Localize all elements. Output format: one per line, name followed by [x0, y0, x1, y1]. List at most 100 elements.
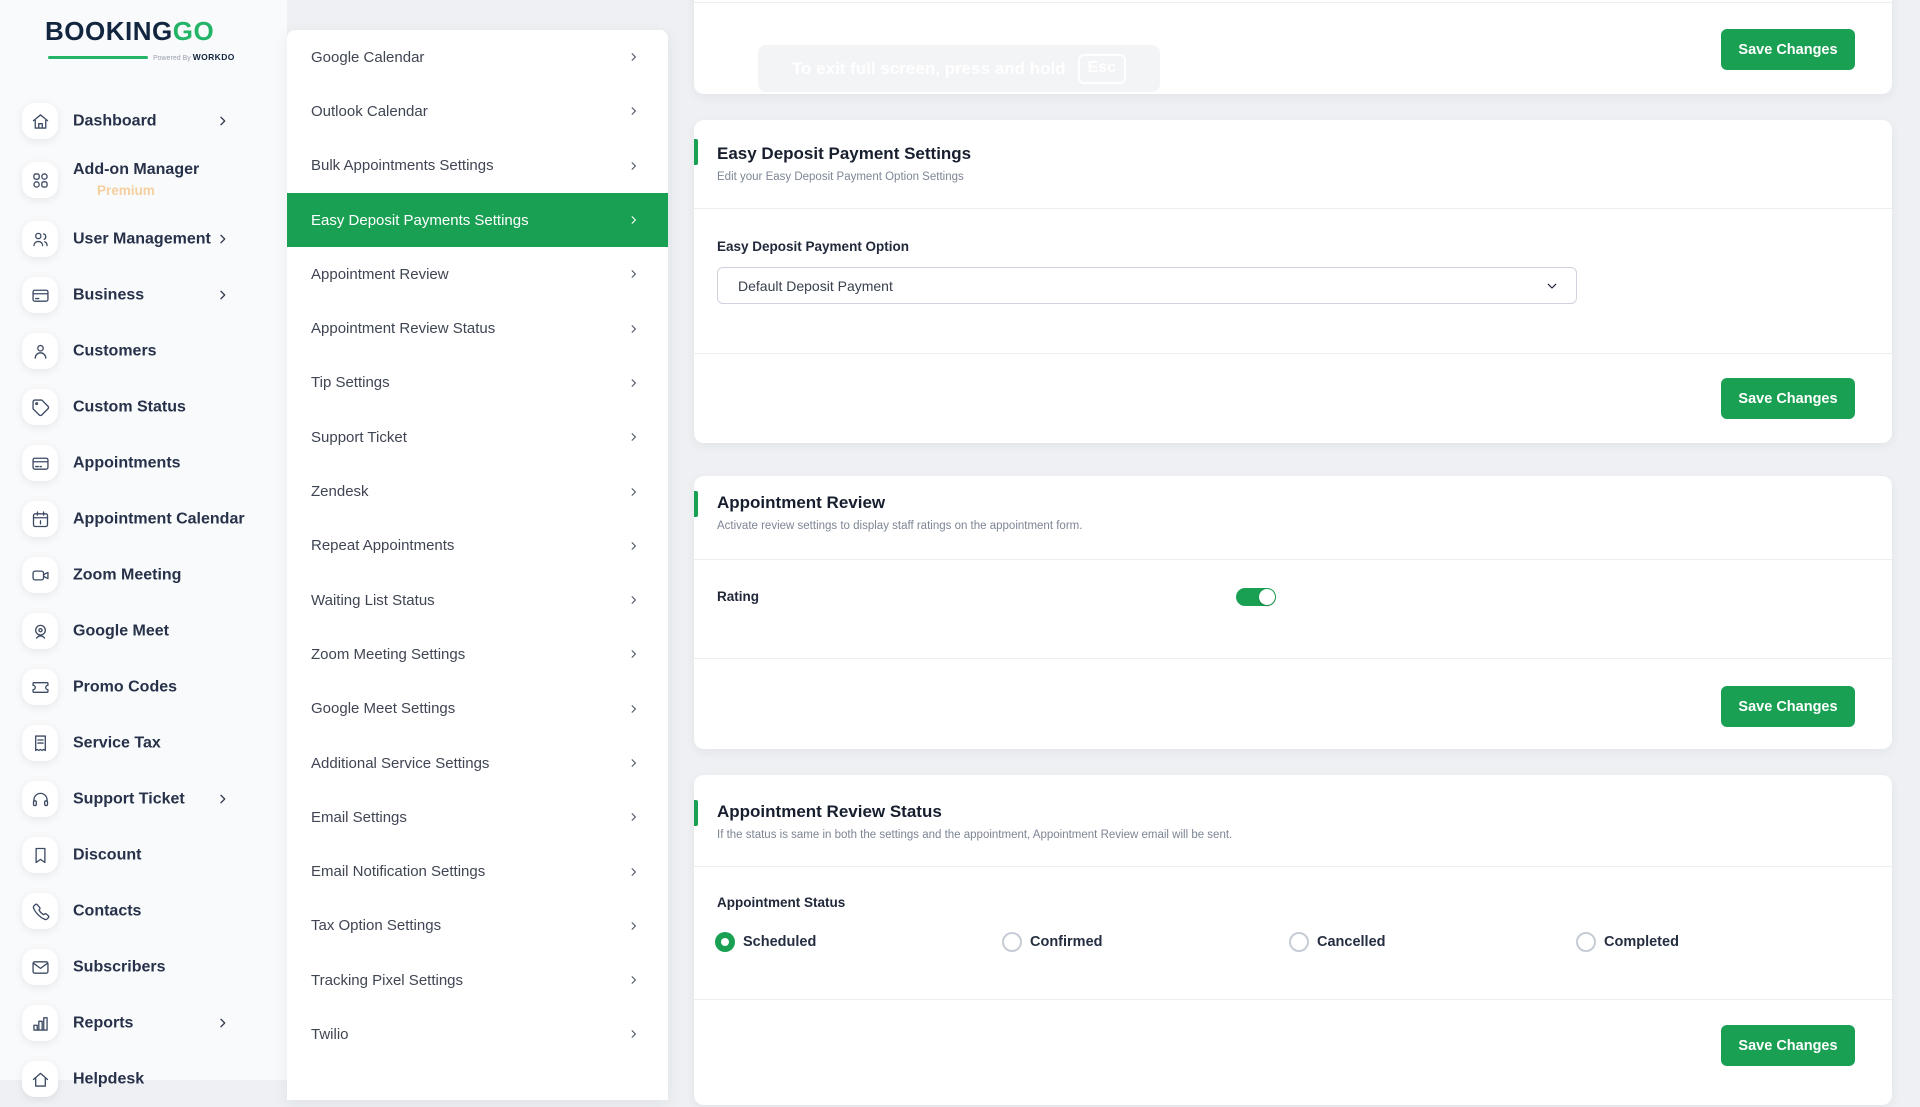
sidebar-item-label: Subscribers — [73, 957, 165, 978]
radio-icon[interactable] — [1576, 932, 1596, 952]
brand-accent: GO — [173, 16, 214, 46]
sidebar-item-label: Appointment Calendar — [73, 509, 245, 530]
chevron-right-icon — [627, 974, 640, 987]
settings-menu-item-repeat-appointments[interactable]: Repeat Appointments — [287, 519, 668, 573]
sidebar-item-zoom-meeting[interactable]: Zoom Meeting — [0, 547, 287, 603]
status-option-confirmed[interactable]: Confirmed — [1002, 932, 1289, 952]
radio-icon[interactable] — [715, 932, 735, 952]
icon-tile — [22, 613, 58, 649]
settings-menu-item-zendesk[interactable]: Zendesk — [287, 464, 668, 518]
premium-badge: Premium — [73, 180, 199, 201]
settings-menu-item-email-notification-settings[interactable]: Email Notification Settings — [287, 844, 668, 898]
status-option-scheduled[interactable]: Scheduled — [715, 932, 1002, 952]
icon-tile — [22, 837, 58, 873]
sidebar-item-service-tax[interactable]: Service Tax — [0, 715, 287, 771]
icon-tile — [22, 1061, 58, 1097]
settings-menu-item-support-ticket[interactable]: Support Ticket — [287, 410, 668, 464]
sidebar-item-promo-codes[interactable]: Promo Codes — [0, 659, 287, 715]
chevron-right-icon — [627, 268, 640, 281]
settings-menu-item-outlook-calendar[interactable]: Outlook Calendar — [287, 84, 668, 138]
settings-menu-item-appointment-review-status[interactable]: Appointment Review Status — [287, 301, 668, 355]
sidebar-item-support-ticket[interactable]: Support Ticket — [0, 771, 287, 827]
fullscreen-exit-toast: To exit full screen, press and hold Esc — [758, 45, 1160, 92]
radio-icon[interactable] — [1002, 932, 1022, 952]
status-option-completed[interactable]: Completed — [1576, 932, 1863, 952]
toggle-knob — [1259, 589, 1275, 605]
sidebar-item-subscribers[interactable]: Subscribers — [0, 939, 287, 995]
menu-item-label: Email Notification Settings — [311, 863, 485, 880]
brand-logo[interactable]: BOOKINGGO Powered By WORKDO — [45, 16, 225, 47]
menu-item-label: Waiting List Status — [311, 592, 435, 609]
sidebar-item-business[interactable]: Business — [0, 267, 287, 323]
appointment-status-options: Scheduled Confirmed Cancelled Completed — [715, 932, 1863, 952]
settings-menu-item-tracking-pixel-settings[interactable]: Tracking Pixel Settings — [287, 953, 668, 1007]
settings-menu-item-email-settings[interactable]: Email Settings — [287, 790, 668, 844]
icon-tile — [22, 162, 58, 198]
chevron-right-icon — [627, 1028, 640, 1041]
sidebar-item-add-on-manager[interactable]: Add-on Manager Premium — [0, 149, 287, 211]
sidebar-item-appointment-calendar[interactable]: Appointment Calendar — [0, 491, 287, 547]
rating-label: Rating — [717, 589, 759, 604]
video-camera-icon — [30, 565, 51, 586]
accent-bar — [694, 800, 698, 826]
card-easy-deposit-payment-settings: Easy Deposit Payment Settings Edit your … — [694, 120, 1892, 443]
menu-item-label: Outlook Calendar — [311, 103, 428, 120]
sidebar-item-custom-status[interactable]: Custom Status — [0, 379, 287, 435]
menu-item-label: Zendesk — [311, 483, 369, 500]
business-card-icon — [30, 285, 51, 306]
icon-tile — [22, 1005, 58, 1041]
sidebar-item-discount[interactable]: Discount — [0, 827, 287, 883]
chevron-right-icon — [215, 1016, 230, 1031]
sidebar-item-helpdesk[interactable]: Helpdesk — [0, 1051, 287, 1107]
icon-tile — [22, 445, 58, 481]
sidebar-nav: Dashboard Add-on Manager Premium User Ma… — [0, 93, 287, 1107]
save-button[interactable]: Save Changes — [1721, 378, 1855, 419]
sidebar-item-reports[interactable]: Reports — [0, 995, 287, 1051]
sidebar-item-google-meet[interactable]: Google Meet — [0, 603, 287, 659]
chevron-right-icon — [215, 288, 230, 303]
status-option-cancelled[interactable]: Cancelled — [1289, 932, 1576, 952]
toast-message: To exit full screen, press and hold — [792, 59, 1066, 79]
calendar-icon — [30, 509, 51, 530]
esc-key: Esc — [1078, 54, 1126, 84]
sidebar-item-customers[interactable]: Customers — [0, 323, 287, 379]
helpdesk-icon — [30, 1069, 51, 1090]
settings-menu-item-tip-settings[interactable]: Tip Settings — [287, 356, 668, 410]
sidebar-item-user-management[interactable]: User Management — [0, 211, 287, 267]
sidebar-item-label: Helpdesk — [73, 1069, 144, 1090]
settings-menu-item-waiting-list-status[interactable]: Waiting List Status — [287, 573, 668, 627]
card-title: Easy Deposit Payment Settings — [717, 144, 971, 164]
chevron-right-icon — [627, 322, 640, 335]
settings-menu-item-tax-option-settings[interactable]: Tax Option Settings — [287, 899, 668, 953]
menu-item-label: Google Meet Settings — [311, 700, 455, 717]
chevron-right-icon — [627, 919, 640, 932]
settings-menu-item-appointment-review[interactable]: Appointment Review — [287, 247, 668, 301]
radio-icon[interactable] — [1289, 932, 1309, 952]
chevron-right-icon — [215, 792, 230, 807]
sidebar-item-dashboard[interactable]: Dashboard — [0, 93, 287, 149]
settings-menu-item-zoom-meeting-settings[interactable]: Zoom Meeting Settings — [287, 627, 668, 681]
save-button[interactable]: Save Changes — [1721, 1025, 1855, 1066]
save-button[interactable]: Save Changes — [1721, 29, 1855, 70]
chevron-right-icon — [627, 648, 640, 661]
receipt-icon — [30, 733, 51, 754]
deposit-payment-select[interactable]: Default Deposit Payment — [717, 267, 1577, 304]
rating-toggle[interactable] — [1236, 588, 1276, 606]
divider — [694, 353, 1892, 354]
settings-menu-item-easy-deposit-payments-settings[interactable]: Easy Deposit Payments Settings — [287, 193, 668, 247]
save-button[interactable]: Save Changes — [1721, 686, 1855, 727]
sidebar-item-appointments[interactable]: Appointments — [0, 435, 287, 491]
settings-menu-item-twilio[interactable]: Twilio — [287, 1007, 668, 1061]
settings-menu-item-google-calendar[interactable]: Google Calendar — [287, 30, 668, 84]
chevron-right-icon — [215, 232, 230, 247]
phone-icon — [30, 901, 51, 922]
settings-menu-item-google-meet-settings[interactable]: Google Meet Settings — [287, 682, 668, 736]
card-appointment-review-status: Appointment Review Status If the status … — [694, 775, 1892, 1105]
sidebar-item-contacts[interactable]: Contacts — [0, 883, 287, 939]
bar-chart-icon — [30, 1013, 51, 1034]
select-value: Default Deposit Payment — [738, 278, 1544, 294]
settings-menu-item-bulk-appointments-settings[interactable]: Bulk Appointments Settings — [287, 139, 668, 193]
sidebar-item-label: Zoom Meeting — [73, 565, 181, 586]
settings-menu-item-additional-service-settings[interactable]: Additional Service Settings — [287, 736, 668, 790]
icon-tile — [22, 949, 58, 985]
